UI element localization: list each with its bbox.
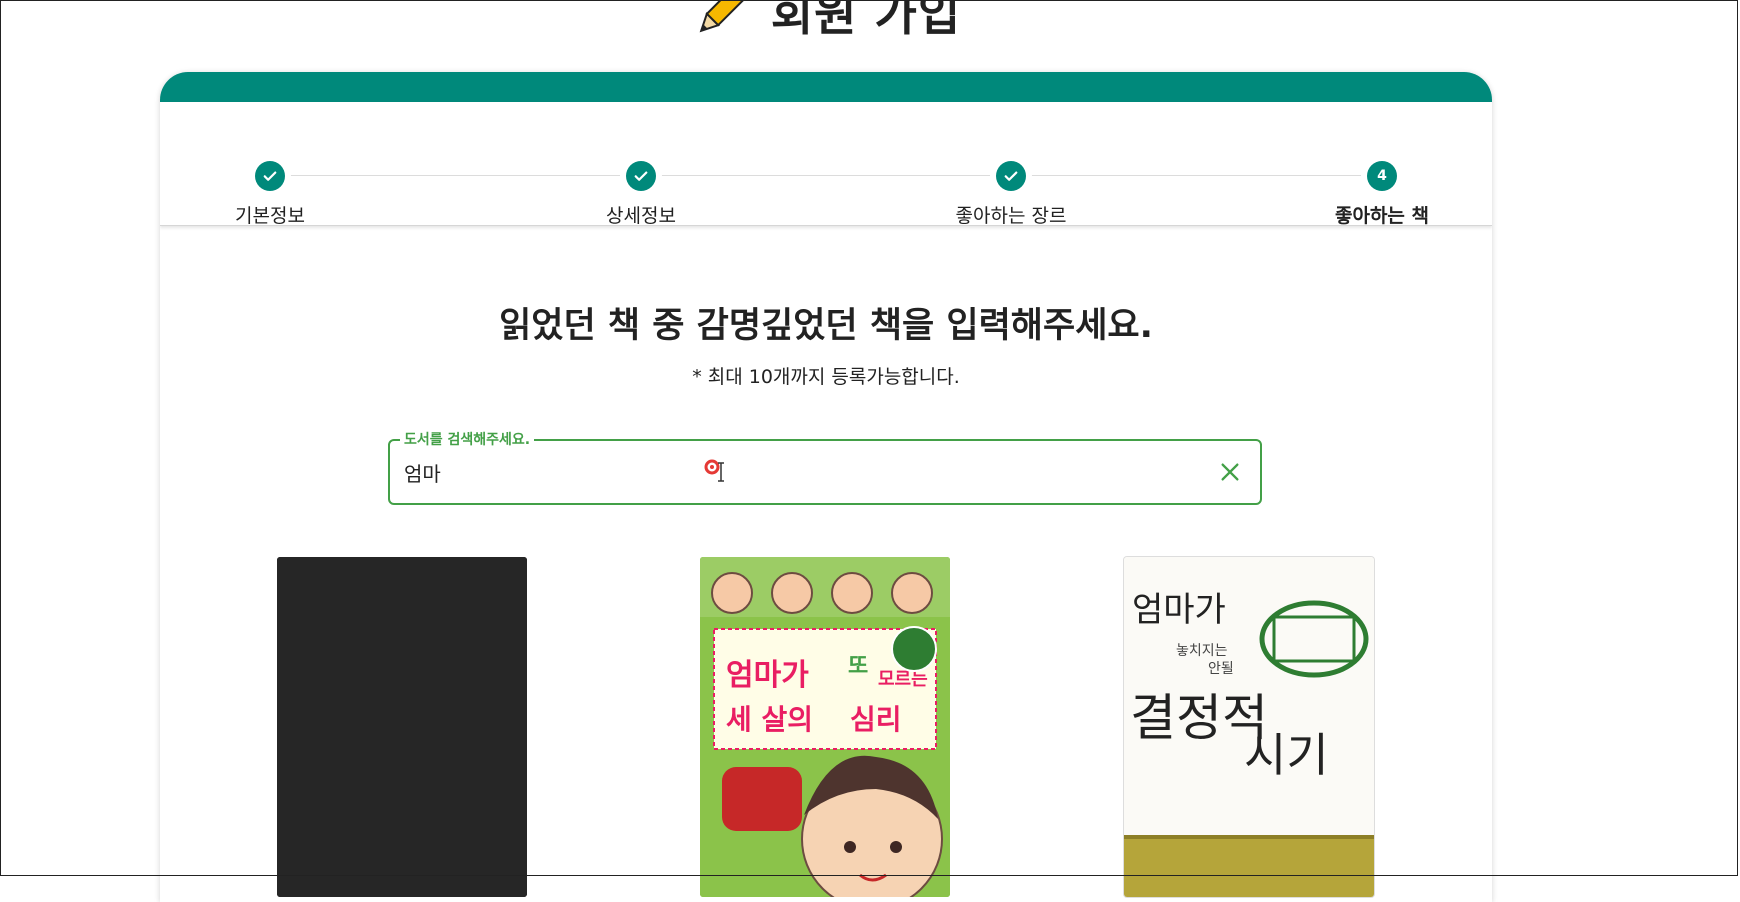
search-field-label: 도서를 검색해주세요.: [400, 431, 535, 449]
book-cover-image: [277, 557, 527, 897]
page-title: 회원 가입: [0, 0, 1650, 44]
close-icon: [1221, 463, 1239, 481]
cover-title-line: 엄마가: [726, 658, 809, 693]
limit-note: * 최대 10개까지 등록가능합니다.: [692, 366, 960, 388]
section-headline: 읽었던 책 중 감명깊었던 책을 입력해주세요.: [499, 306, 1153, 346]
step-label: 좋아하는 책: [1334, 205, 1429, 227]
cover-title-line: 심리: [850, 703, 902, 736]
step-label: 좋아하는 장르: [955, 205, 1067, 227]
cover-title-line: 시기: [1244, 728, 1329, 782]
cover-title-line: 세 살의: [726, 703, 813, 736]
cover-title-line: 또: [848, 654, 868, 679]
clear-search-button[interactable]: [1212, 454, 1248, 490]
step-favorite-book: 4 좋아하는 책: [1282, 161, 1482, 228]
stepper-connector: [270, 175, 1382, 176]
book-search-input[interactable]: [404, 453, 1164, 491]
book-selection-section: 읽었던 책 중 감명깊었던 책을 입력해주세요. * 최대 10개까지 등록가능…: [160, 226, 1492, 902]
card-header-bar: [160, 72, 1492, 102]
step-favorite-genre: 좋아하는 장르: [911, 161, 1111, 228]
text-cursor-icon: [704, 459, 724, 482]
book-result-card[interactable]: 엄마가 또 모르는 세 살의 심리: [700, 557, 950, 897]
page-title-text: 회원 가입: [770, 0, 962, 41]
book-cover-image: 엄마가 또 모르는 세 살의 심리: [700, 557, 950, 897]
signup-stepper: 기본정보 상세정보 좋아하는 장르 4 좋아하는 책: [160, 102, 1492, 228]
book-search-field[interactable]: 도서를 검색해주세요.: [388, 431, 1262, 505]
cover-title-line: 모르는: [878, 669, 928, 690]
signup-card: 기본정보 상세정보 좋아하는 장르 4 좋아하는 책 읽었던 책 중 감명깊었던…: [160, 72, 1492, 902]
book-cover-image: 엄마가 놓치지는 안될 결정적 시기: [1124, 557, 1374, 897]
step-check-icon: [255, 161, 285, 191]
cover-title-line: 엄마가: [1132, 590, 1226, 630]
step-number-badge: 4: [1367, 161, 1397, 191]
book-result-card[interactable]: [277, 557, 527, 897]
step-check-icon: [996, 161, 1026, 191]
pencil-icon: [699, 0, 750, 33]
step-detail-info: 상세정보: [541, 161, 741, 228]
book-result-card[interactable]: 엄마가 놓치지는 안될 결정적 시기: [1124, 557, 1374, 897]
step-check-icon: [626, 161, 656, 191]
cover-title-line: 안될: [1208, 661, 1234, 677]
cover-title-line: 놓치지는: [1176, 643, 1228, 659]
step-label: 상세정보: [606, 205, 676, 227]
step-basic-info: 기본정보: [170, 161, 370, 228]
step-label: 기본정보: [235, 205, 305, 227]
